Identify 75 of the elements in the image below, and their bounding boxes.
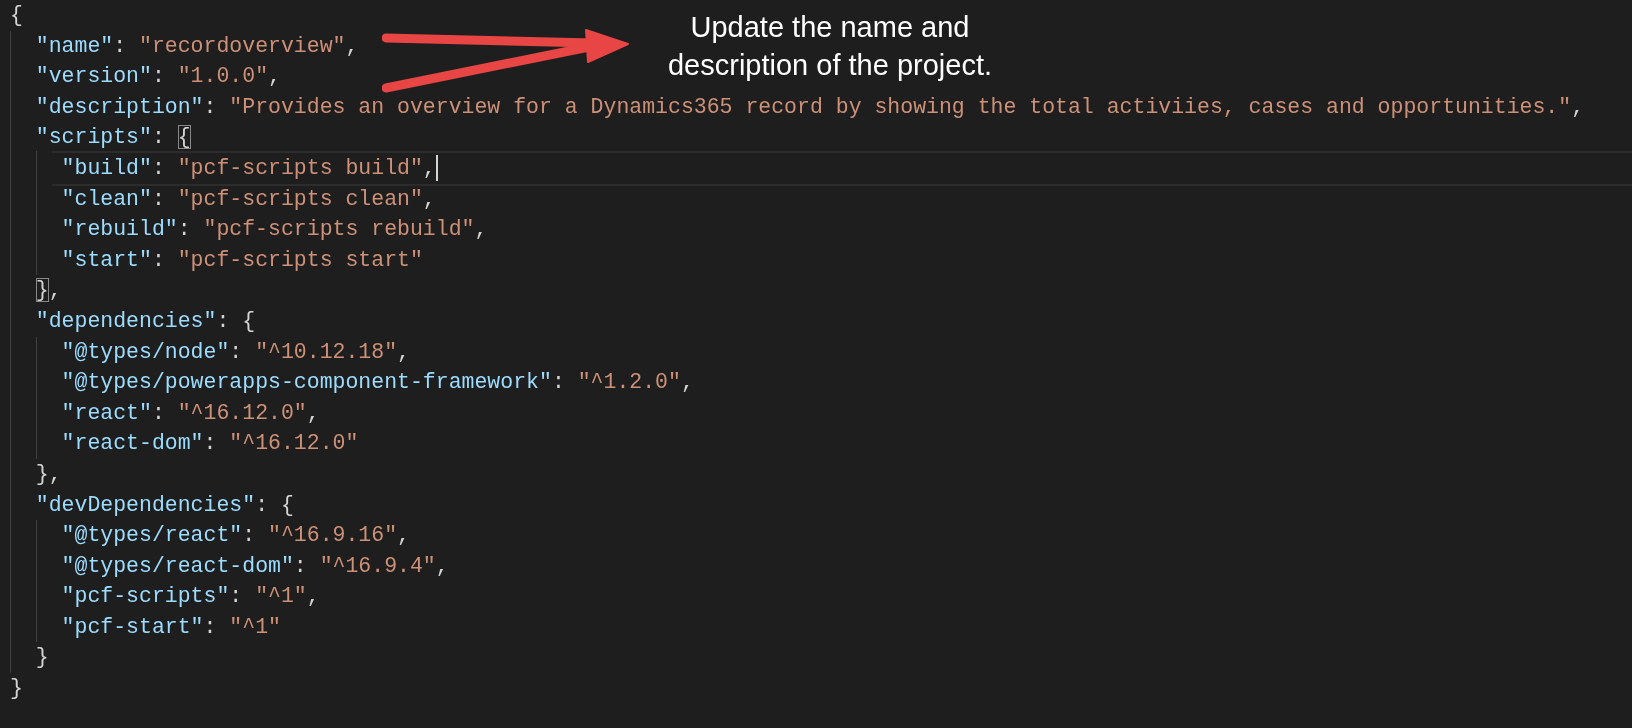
punctuation: , (268, 64, 281, 89)
json-key: "scripts" (35, 125, 152, 150)
json-key: "start" (61, 247, 152, 272)
json-string: "^16.9.16" (268, 523, 398, 548)
json-key: "pcf-scripts" (61, 584, 230, 609)
punctuation: : (151, 247, 165, 272)
punctuation: , (306, 400, 320, 425)
bracket: } (35, 278, 49, 303)
json-key: "build" (61, 155, 152, 180)
json-key: "react-dom" (61, 431, 204, 456)
json-key: "name" (35, 33, 114, 58)
punctuation: , (680, 370, 694, 395)
json-string: "pcf-scripts clean" (177, 186, 423, 211)
bracket: } (10, 676, 23, 701)
punctuation: : (151, 64, 165, 89)
punctuation: : (151, 125, 165, 150)
punctuation: , (397, 523, 410, 548)
punctuation: , (422, 186, 436, 211)
punctuation: , (345, 33, 359, 58)
punctuation: , (474, 217, 488, 242)
annotation-text: Update the name and description of the project. (667, 10, 993, 83)
json-key: "devDependencies" (35, 492, 256, 517)
json-string: "^10.12.18" (255, 339, 398, 364)
punctuation: : (255, 492, 269, 517)
json-string: "1.0.0" (177, 64, 269, 89)
json-key: "@types/powerapps-component-framework" (61, 370, 552, 395)
punctuation: : (113, 33, 127, 58)
bracket: { (242, 308, 256, 333)
json-string: "pcf-scripts start" (177, 247, 423, 272)
bracket: { (177, 125, 191, 150)
punctuation: : (151, 400, 165, 425)
json-string: "^16.12.0" (229, 431, 359, 456)
punctuation: : (203, 614, 217, 639)
punctuation: : (203, 94, 217, 119)
punctuation: , (48, 278, 62, 303)
text-cursor (435, 155, 438, 182)
punctuation: , (1571, 94, 1585, 119)
json-key: "pcf-start" (61, 614, 204, 639)
json-key: "rebuild" (61, 217, 178, 242)
punctuation: , (397, 339, 410, 364)
json-key: "@types/node" (61, 339, 230, 364)
punctuation: , (422, 155, 436, 180)
json-key: "description" (35, 94, 204, 119)
json-key: "@types/react-dom" (61, 553, 294, 578)
json-string: "Provides an overview for a Dynamics365 record by showing the total activiies, cases and opportunities." (229, 94, 1572, 119)
json-key: "version" (35, 64, 152, 89)
punctuation: , (435, 553, 449, 578)
json-string: "^16.9.4" (319, 553, 436, 578)
bracket: { (10, 3, 23, 27)
json-string: "^16.12.0" (177, 400, 307, 425)
punctuation: : (216, 308, 230, 333)
punctuation: : (293, 553, 307, 578)
punctuation: : (203, 431, 217, 456)
punctuation: : (229, 339, 243, 364)
json-string: "^1" (255, 584, 307, 609)
punctuation: : (551, 370, 565, 395)
punctuation: : (151, 186, 165, 211)
bracket: } (35, 461, 49, 486)
json-string: "pcf-scripts build" (177, 155, 423, 180)
json-key: "clean" (61, 186, 152, 211)
punctuation: , (306, 584, 320, 609)
bracket: } (35, 645, 49, 670)
json-string: "recordoverview" (139, 33, 346, 58)
json-key: "dependencies" (35, 308, 217, 333)
punctuation: : (151, 155, 165, 180)
punctuation: , (48, 461, 62, 486)
punctuation: : (242, 523, 256, 548)
punctuation: : (177, 217, 191, 242)
json-string: "^1" (229, 614, 281, 639)
json-key: "@types/react" (61, 523, 243, 548)
json-string: "^1.2.0" (577, 370, 681, 395)
bracket: { (280, 492, 294, 517)
json-key: "react" (61, 400, 152, 425)
json-string: "pcf-scripts rebuild" (203, 217, 475, 242)
punctuation: : (229, 584, 243, 609)
